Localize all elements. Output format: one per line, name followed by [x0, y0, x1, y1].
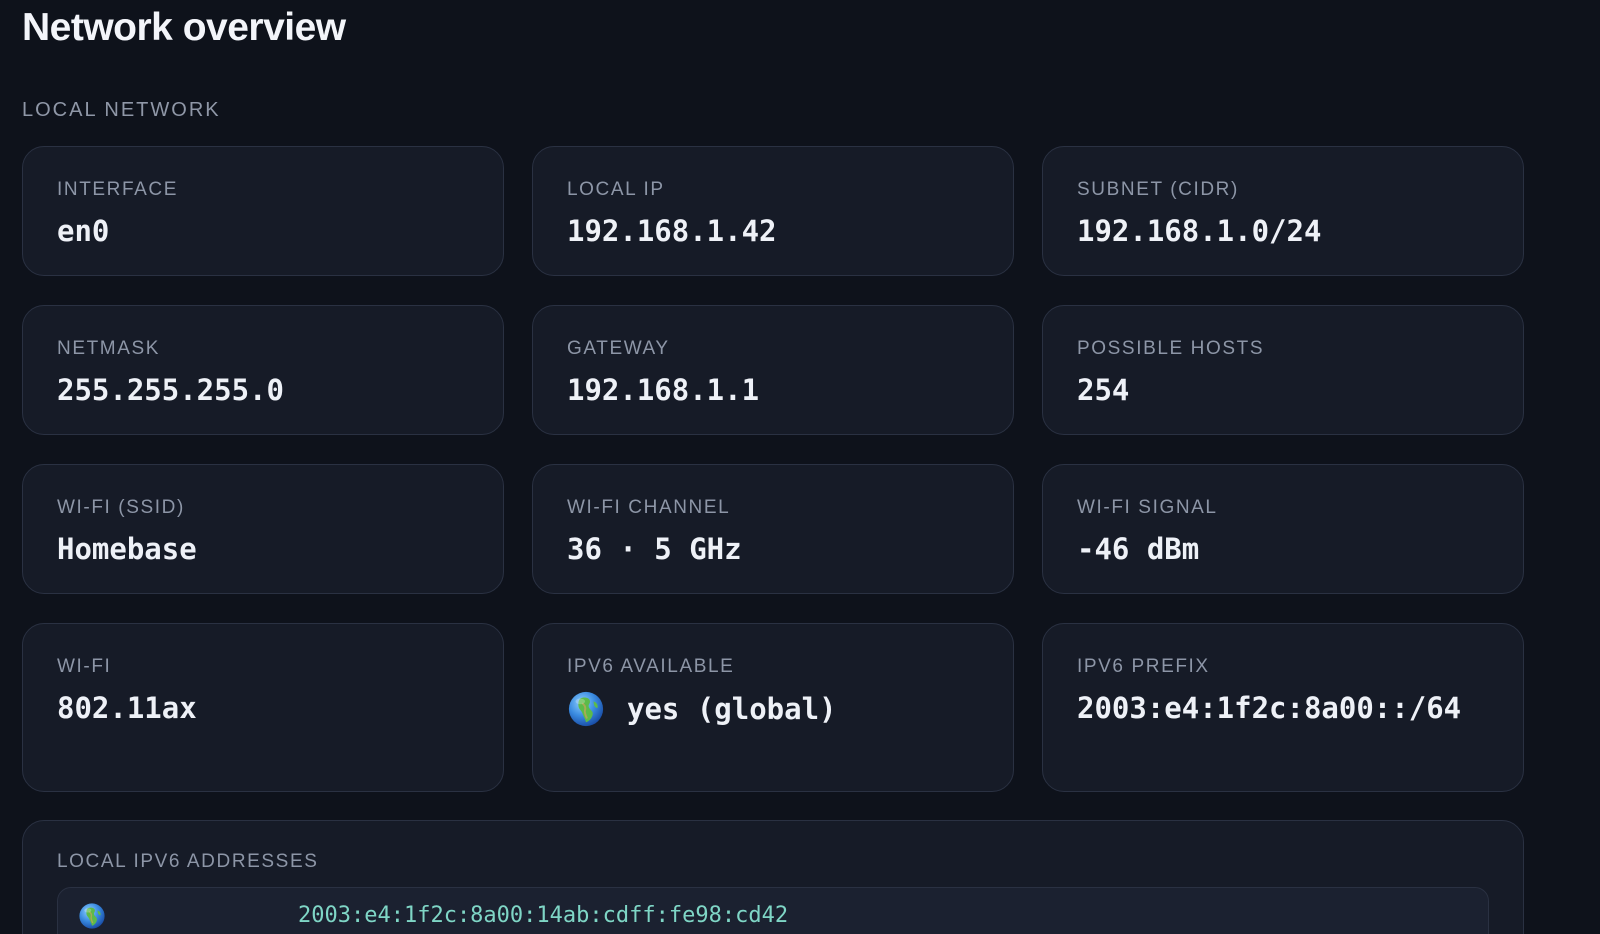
- section-title-local-network: LOCAL NETWORK: [22, 99, 221, 121]
- card-value: 192.168.1.0/24: [1077, 214, 1322, 248]
- card-value: 802.11ax: [57, 691, 197, 725]
- page-title: Network overview: [22, 6, 346, 49]
- card-value: 36 · 5 GHz: [567, 532, 742, 566]
- card-label: NETMASK: [57, 338, 161, 359]
- card-label: GATEWAY: [567, 338, 670, 359]
- card-value: 255.255.255.0: [57, 373, 284, 407]
- card-label: WI-FI CHANNEL: [567, 497, 731, 518]
- card-subnet-cidr: SUBNET (CIDR) 192.168.1.0/24: [1042, 146, 1524, 276]
- card-value: 192.168.1.1: [567, 373, 760, 407]
- local-network-grid: INTERFACE en0 LOCAL IP 192.168.1.42 SUBN…: [22, 146, 1524, 792]
- card-value: -46 dBm: [1077, 532, 1200, 566]
- card-value: en0: [57, 214, 110, 248]
- card-netmask: NETMASK 255.255.255.0: [22, 305, 504, 435]
- card-value: 2003:e4:1f2c:8a00::/64: [1077, 691, 1462, 725]
- card-possible-hosts: POSSIBLE HOSTS 254: [1042, 305, 1524, 435]
- card-wifi-standard: WI-FI 802.11ax: [22, 623, 504, 792]
- card-label: IPV6 PREFIX: [1077, 656, 1210, 677]
- card-label: INTERFACE: [57, 179, 179, 200]
- local-ipv6-addresses-panel: LOCAL IPV6 ADDRESSES 2003:e4:1f2c:8a00:1…: [22, 820, 1524, 934]
- card-value-row: yes (global): [567, 690, 979, 728]
- card-value: yes (global): [627, 691, 837, 726]
- card-ipv6-prefix: IPV6 PREFIX 2003:e4:1f2c:8a00::/64: [1042, 623, 1524, 792]
- ipv6-address-row[interactable]: 2003:e4:1f2c:8a00:14ab:cdff:fe98:cd42: [57, 887, 1489, 934]
- card-interface: INTERFACE en0: [22, 146, 504, 276]
- card-ipv6-available: IPV6 AVAILABLE yes (global): [532, 623, 1014, 792]
- card-wifi-channel: WI-FI CHANNEL 36 · 5 GHz: [532, 464, 1014, 594]
- card-wifi-ssid: WI-FI (SSID) Homebase: [22, 464, 504, 594]
- globe-icon: [78, 902, 106, 930]
- card-value: Homebase: [57, 532, 197, 566]
- card-label: SUBNET (CIDR): [1077, 179, 1239, 200]
- card-label: LOCAL IP: [567, 179, 665, 200]
- card-label: WI-FI SIGNAL: [1077, 497, 1218, 518]
- card-local-ip: LOCAL IP 192.168.1.42: [532, 146, 1014, 276]
- ipv6-address: 2003:e4:1f2c:8a00:14ab:cdff:fe98:cd42: [298, 903, 789, 928]
- card-label: IPV6 AVAILABLE: [567, 656, 735, 677]
- card-wifi-signal: WI-FI SIGNAL -46 dBm: [1042, 464, 1524, 594]
- card-gateway: GATEWAY 192.168.1.1: [532, 305, 1014, 435]
- card-label: POSSIBLE HOSTS: [1077, 338, 1265, 359]
- card-value: 192.168.1.42: [567, 214, 777, 248]
- card-label: WI-FI (SSID): [57, 497, 185, 518]
- card-label: WI-FI: [57, 656, 112, 677]
- panel-label: LOCAL IPV6 ADDRESSES: [57, 851, 319, 872]
- card-value: 254: [1077, 373, 1130, 407]
- globe-icon: [567, 690, 605, 728]
